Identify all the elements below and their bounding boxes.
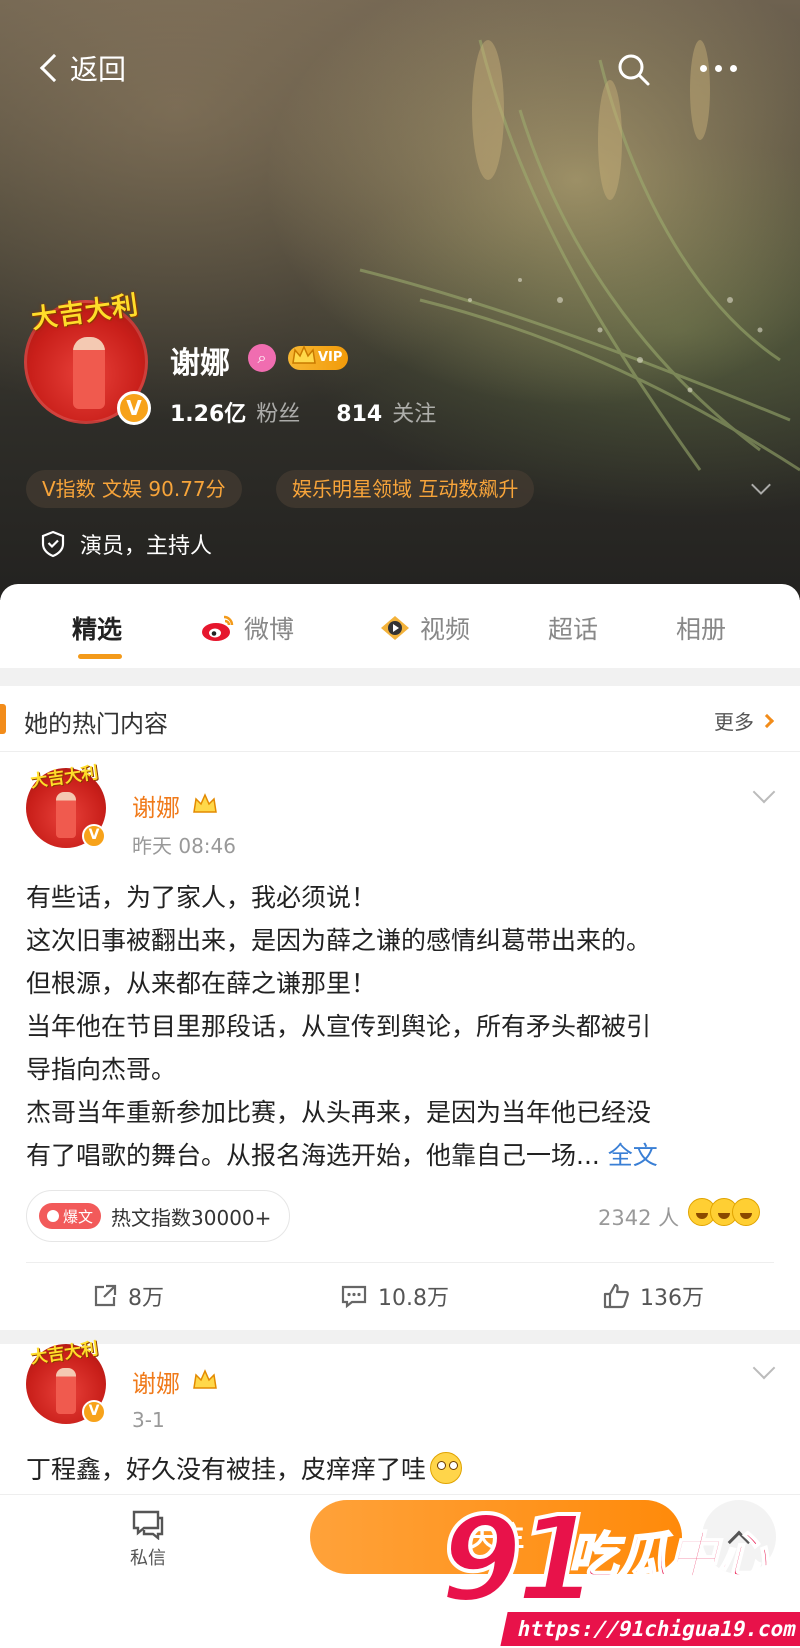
avatar-figure [56, 792, 76, 838]
grin-emoji-icon [732, 1198, 760, 1226]
avatar-figure [73, 337, 105, 409]
crown-icon [292, 345, 316, 364]
reaction-emojis[interactable] [688, 1198, 760, 1226]
more-options-icon[interactable] [700, 58, 748, 78]
watermark-logo: 91 吃瓜中心 https://91chigua19.com [438, 1498, 800, 1648]
search-badge-icon[interactable]: ⌕ [248, 344, 276, 372]
weibo-logo-icon [202, 615, 234, 641]
fire-icon [47, 1210, 59, 1222]
occupation-row: 演员，主持人 [40, 528, 212, 560]
watermark-url: https://91chigua19.com [500, 1612, 800, 1646]
vip-badge[interactable]: VIP [288, 345, 349, 370]
avatar-banner: 大吉大利 [29, 762, 100, 793]
occupation-text: 演员，主持人 [80, 534, 213, 559]
post-divider [0, 1330, 800, 1344]
crown-icon [193, 1369, 217, 1389]
tab-video[interactable]: 视频 [378, 610, 470, 646]
active-tab-indicator [78, 654, 122, 659]
post-options-chevron-icon[interactable] [752, 1356, 776, 1380]
post-line: 丁程鑫，好久没有被挂，皮痒痒了哇 [26, 1455, 427, 1484]
crown-icon [193, 793, 217, 813]
like-button[interactable]: 136万 [602, 1280, 704, 1312]
thumbs-up-icon [603, 1283, 629, 1309]
message-icon [132, 1510, 164, 1540]
hot-index-text: 热文指数30000+ [111, 1205, 272, 1230]
fans-label[interactable]: 粉丝 [256, 396, 300, 428]
post-line: 当年他在节目里那段话，从宣传到舆论，所有矛头都被引 [26, 1012, 652, 1041]
more-button[interactable]: 更多 [714, 706, 775, 735]
profile-stats: 1.26亿 粉丝 814 关注 [170, 396, 472, 428]
post-body[interactable]: 有些话，为了家人，我必须说！ 这次旧事被翻出来，是因为薛之谦的感情纠葛带出来的。… [26, 876, 776, 1177]
domain-tag[interactable]: 娱乐明星领域 互动数飙升 [276, 470, 535, 508]
following-label[interactable]: 关注 [392, 396, 436, 428]
section-divider [0, 668, 800, 686]
post-author[interactable]: 谢娜 [132, 1364, 180, 1399]
fans-count[interactable]: 1.26亿 [170, 396, 246, 428]
tab-weibo[interactable]: 微博 [200, 610, 294, 646]
shield-icon [41, 530, 65, 558]
tab-featured[interactable]: 精选 [72, 610, 122, 646]
post-avatar[interactable]: 大吉大利 V [26, 763, 106, 848]
v-index-tag[interactable]: V指数 文娱 90.77分 [26, 470, 242, 508]
post-line: 导指向杰哥。 [26, 1055, 177, 1084]
hot-badge: 爆文 [39, 1203, 102, 1229]
search-icon[interactable] [614, 50, 654, 90]
hot-content-title: 她的热门内容 [24, 710, 168, 738]
avatar-figure [56, 1368, 76, 1414]
post-line: 但根源，从来都在薛之谦那里！ [26, 969, 377, 998]
verified-v-icon: V [82, 824, 106, 848]
post-time: 昨天 08:46 [132, 834, 236, 858]
tab-super-topic[interactable]: 超话 [548, 610, 598, 646]
post-time: 3-1 [132, 1408, 165, 1432]
post-line: 杰哥当年重新参加比赛，从头再来，是因为当年他已经没 [26, 1098, 652, 1127]
post-avatar[interactable]: 大吉大利 V [26, 1339, 106, 1424]
following-count[interactable]: 814 [336, 402, 382, 427]
profile-avatar[interactable]: 大吉大利 V [24, 290, 151, 425]
hot-content-header: 她的热门内容 更多 [0, 686, 800, 752]
profile-name: 谢娜 [170, 346, 230, 381]
vip-label: VIP [318, 350, 343, 365]
post-options-chevron-icon[interactable] [752, 780, 776, 804]
verified-v-icon: V [82, 1400, 106, 1424]
action-divider [26, 1262, 774, 1263]
repost-button[interactable]: 8万 [92, 1280, 164, 1312]
eye-roll-emoji-icon [430, 1452, 463, 1484]
full-text-link[interactable]: 全文 [608, 1141, 658, 1170]
watermark-text: 吃瓜中心 [567, 1526, 769, 1586]
comment-button[interactable]: 10.8万 [340, 1280, 449, 1312]
hot-index-pill[interactable]: 爆文 热文指数30000+ [26, 1190, 291, 1242]
post-line: 这次旧事被翻出来，是因为薛之谦的感情纠葛带出来的。 [26, 926, 652, 955]
tab-album[interactable]: 相册 [676, 610, 726, 646]
reaction-count[interactable]: 2342 人 [598, 1202, 679, 1232]
comment-icon [341, 1285, 367, 1309]
back-chevron-icon [39, 53, 69, 83]
chevron-right-icon [759, 713, 775, 728]
repost-icon [94, 1284, 117, 1307]
post-line: 有些话，为了家人，我必须说！ [26, 883, 377, 912]
post-body[interactable]: 丁程鑫，好久没有被挂，皮痒痒了哇 [26, 1450, 463, 1486]
back-label: 返回 [70, 53, 127, 86]
direct-message-button[interactable]: 私信 [130, 1508, 166, 1570]
section-accent-bar [0, 704, 6, 734]
post-author[interactable]: 谢娜 [132, 788, 180, 823]
verified-v-icon: V [117, 391, 151, 425]
back-button[interactable]: 返回 [38, 48, 126, 88]
post-line-last: 有了唱歌的舞台。从报名海选开始，他靠自己一场... 全文 [26, 1141, 658, 1170]
video-icon [381, 616, 409, 640]
